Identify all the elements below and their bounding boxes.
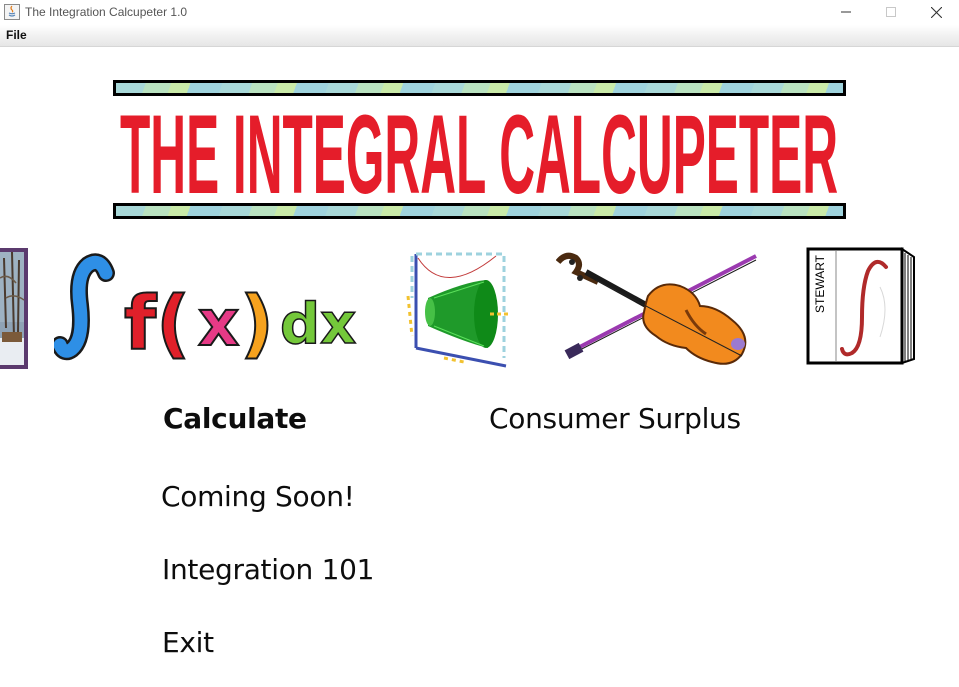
svg-text:x: x [198, 287, 239, 361]
svg-text:f(: f( [124, 281, 190, 365]
banner-stripe-top [113, 80, 846, 96]
integration-101-button[interactable]: Integration 101 [162, 553, 374, 586]
maximize-button[interactable] [868, 0, 914, 25]
violin-image [556, 250, 758, 368]
title-bar: The Integration Calcupeter 1.0 [0, 0, 959, 25]
close-icon [931, 7, 942, 18]
winter-photo [0, 248, 28, 369]
minimize-button[interactable] [823, 0, 869, 25]
stewart-textbook-image: STEWART [806, 247, 918, 365]
menu-file[interactable]: File [6, 28, 27, 42]
coming-soon-button[interactable]: Coming Soon! [161, 480, 355, 513]
menu-bar: File [0, 25, 959, 47]
banner-stripe-bottom [113, 203, 846, 219]
integral-formula-image: f( x ) dx [54, 253, 366, 365]
minimize-icon [841, 11, 851, 13]
exit-button[interactable]: Exit [162, 626, 214, 659]
banner-title: THE INTEGRAL CALCUPETER [120, 96, 838, 203]
svg-text:): ) [240, 281, 274, 365]
title-banner: THE INTEGRAL CALCUPETER [113, 80, 846, 219]
calculate-button[interactable]: Calculate [163, 402, 307, 435]
close-button[interactable] [913, 0, 959, 25]
svg-text:STEWART: STEWART [813, 254, 827, 313]
banner-title-text: THE INTEGRAL CALCUPETER [120, 96, 838, 203]
consumer-surplus-button[interactable]: Consumer Surplus [489, 402, 741, 435]
svg-text:dx: dx [280, 292, 356, 357]
java-app-icon [4, 4, 20, 20]
solid-of-revolution-graph [404, 248, 514, 370]
maximize-icon [886, 7, 896, 17]
window-title: The Integration Calcupeter 1.0 [25, 5, 188, 19]
